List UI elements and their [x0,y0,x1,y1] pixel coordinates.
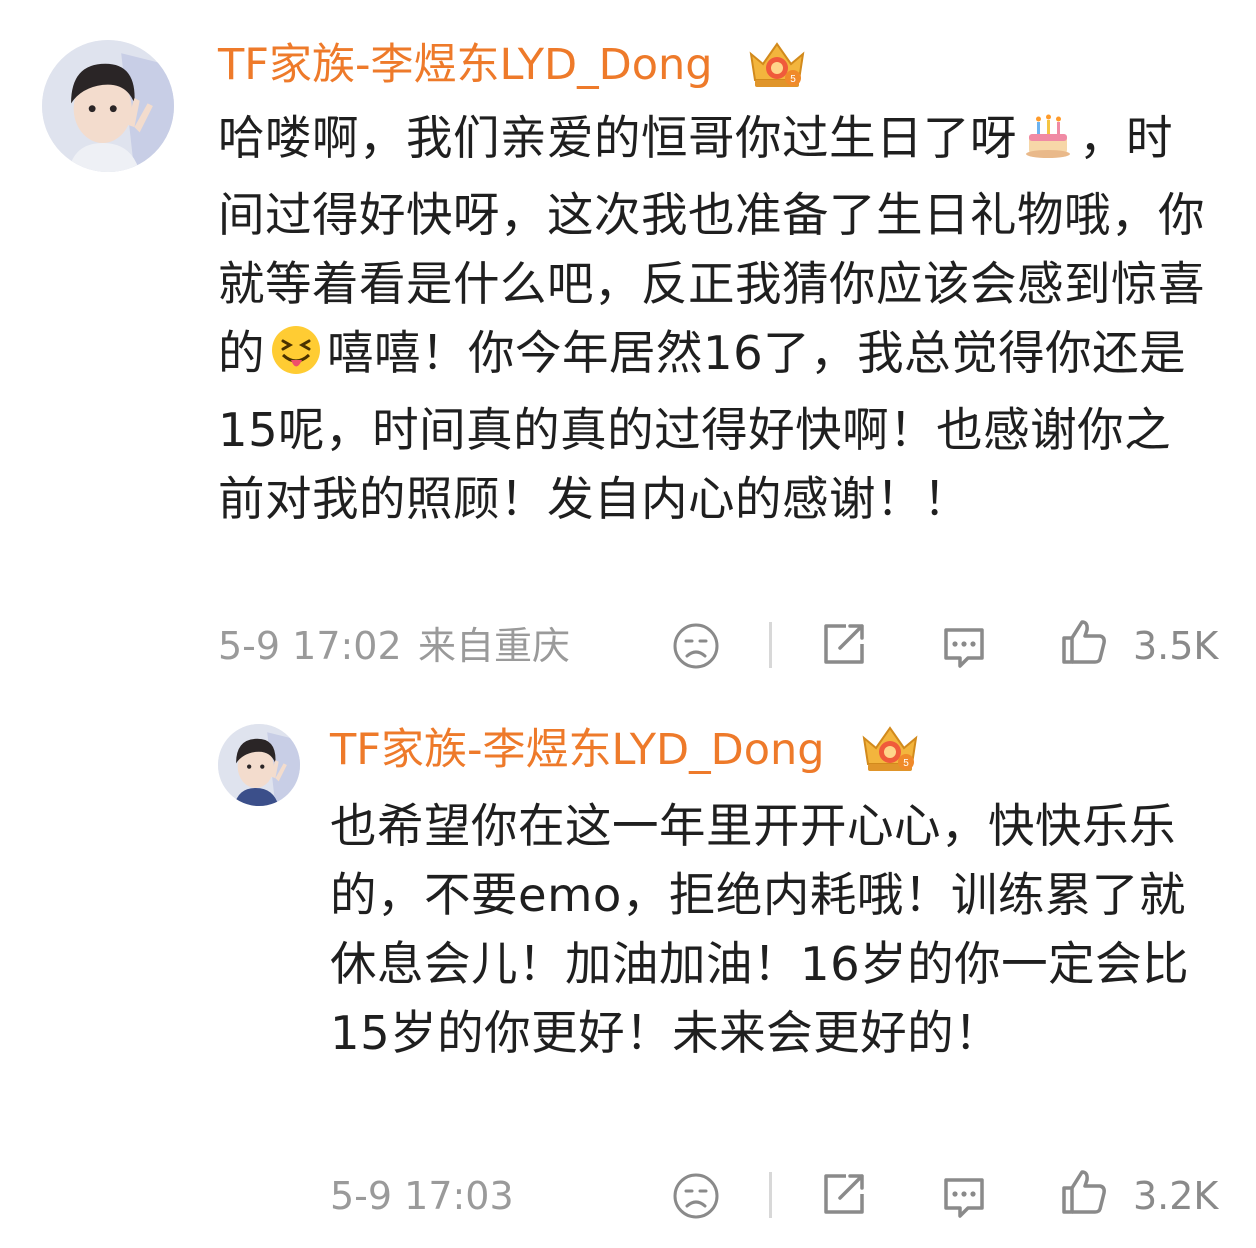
action-divider [769,622,772,668]
avatar-image [218,724,300,806]
reply-author-name[interactable]: TF家族-李煜东LYD_Dong [330,722,825,778]
squint-tongue-emoji-icon [269,323,323,396]
frown-face-icon[interactable] [670,1170,722,1222]
share-icon[interactable] [818,618,870,670]
comment-text-part-1: 哈喽啊，我们亲爱的恒哥你过生日了呀 [218,111,1017,165]
author-avatar[interactable] [42,40,174,172]
action-divider [769,1172,772,1218]
author-name[interactable]: TF家族-李煜东LYD_Dong [218,37,713,93]
comment-bubble-icon[interactable] [938,1170,990,1222]
svg-text:5: 5 [790,74,796,85]
comment-location: 来自重庆 [418,624,571,668]
comment-text-part-3: 嘻嘻！你今年居然16了，我总觉得你还是15呢，时间真的真的过得好快啊！也感谢你之… [218,326,1187,526]
share-icon[interactable] [818,1168,870,1220]
comment-text: 哈喽啊，我们亲爱的恒哥你过生日了呀 ，时间过得好快呀，这次我也准备了生日礼物哦，… [218,104,1218,534]
comment-timestamp: 5-9 17:02 [218,624,402,668]
comment-bubble-icon[interactable] [938,620,990,672]
reply-timestamp: 5-9 17:03 [330,1174,514,1218]
avatar-image [42,40,174,172]
crown-badge-icon: 5 [858,720,922,776]
thumbs-up-icon[interactable] [1058,616,1110,668]
frown-face-icon[interactable] [670,620,722,672]
svg-text:5: 5 [903,758,909,769]
crown-badge-icon: 5 [745,36,809,92]
thumbs-up-icon[interactable] [1058,1166,1110,1218]
cake-emoji-icon [1021,108,1075,181]
like-count: 3.5K [1133,624,1219,668]
reply-author-avatar[interactable] [218,724,300,806]
reply-like-count: 3.2K [1133,1174,1219,1218]
reply-text: 也希望你在这一年里开开心心，快快乐乐的，不要emo，拒绝内耗哦！训练累了就休息会… [330,799,1190,1060]
